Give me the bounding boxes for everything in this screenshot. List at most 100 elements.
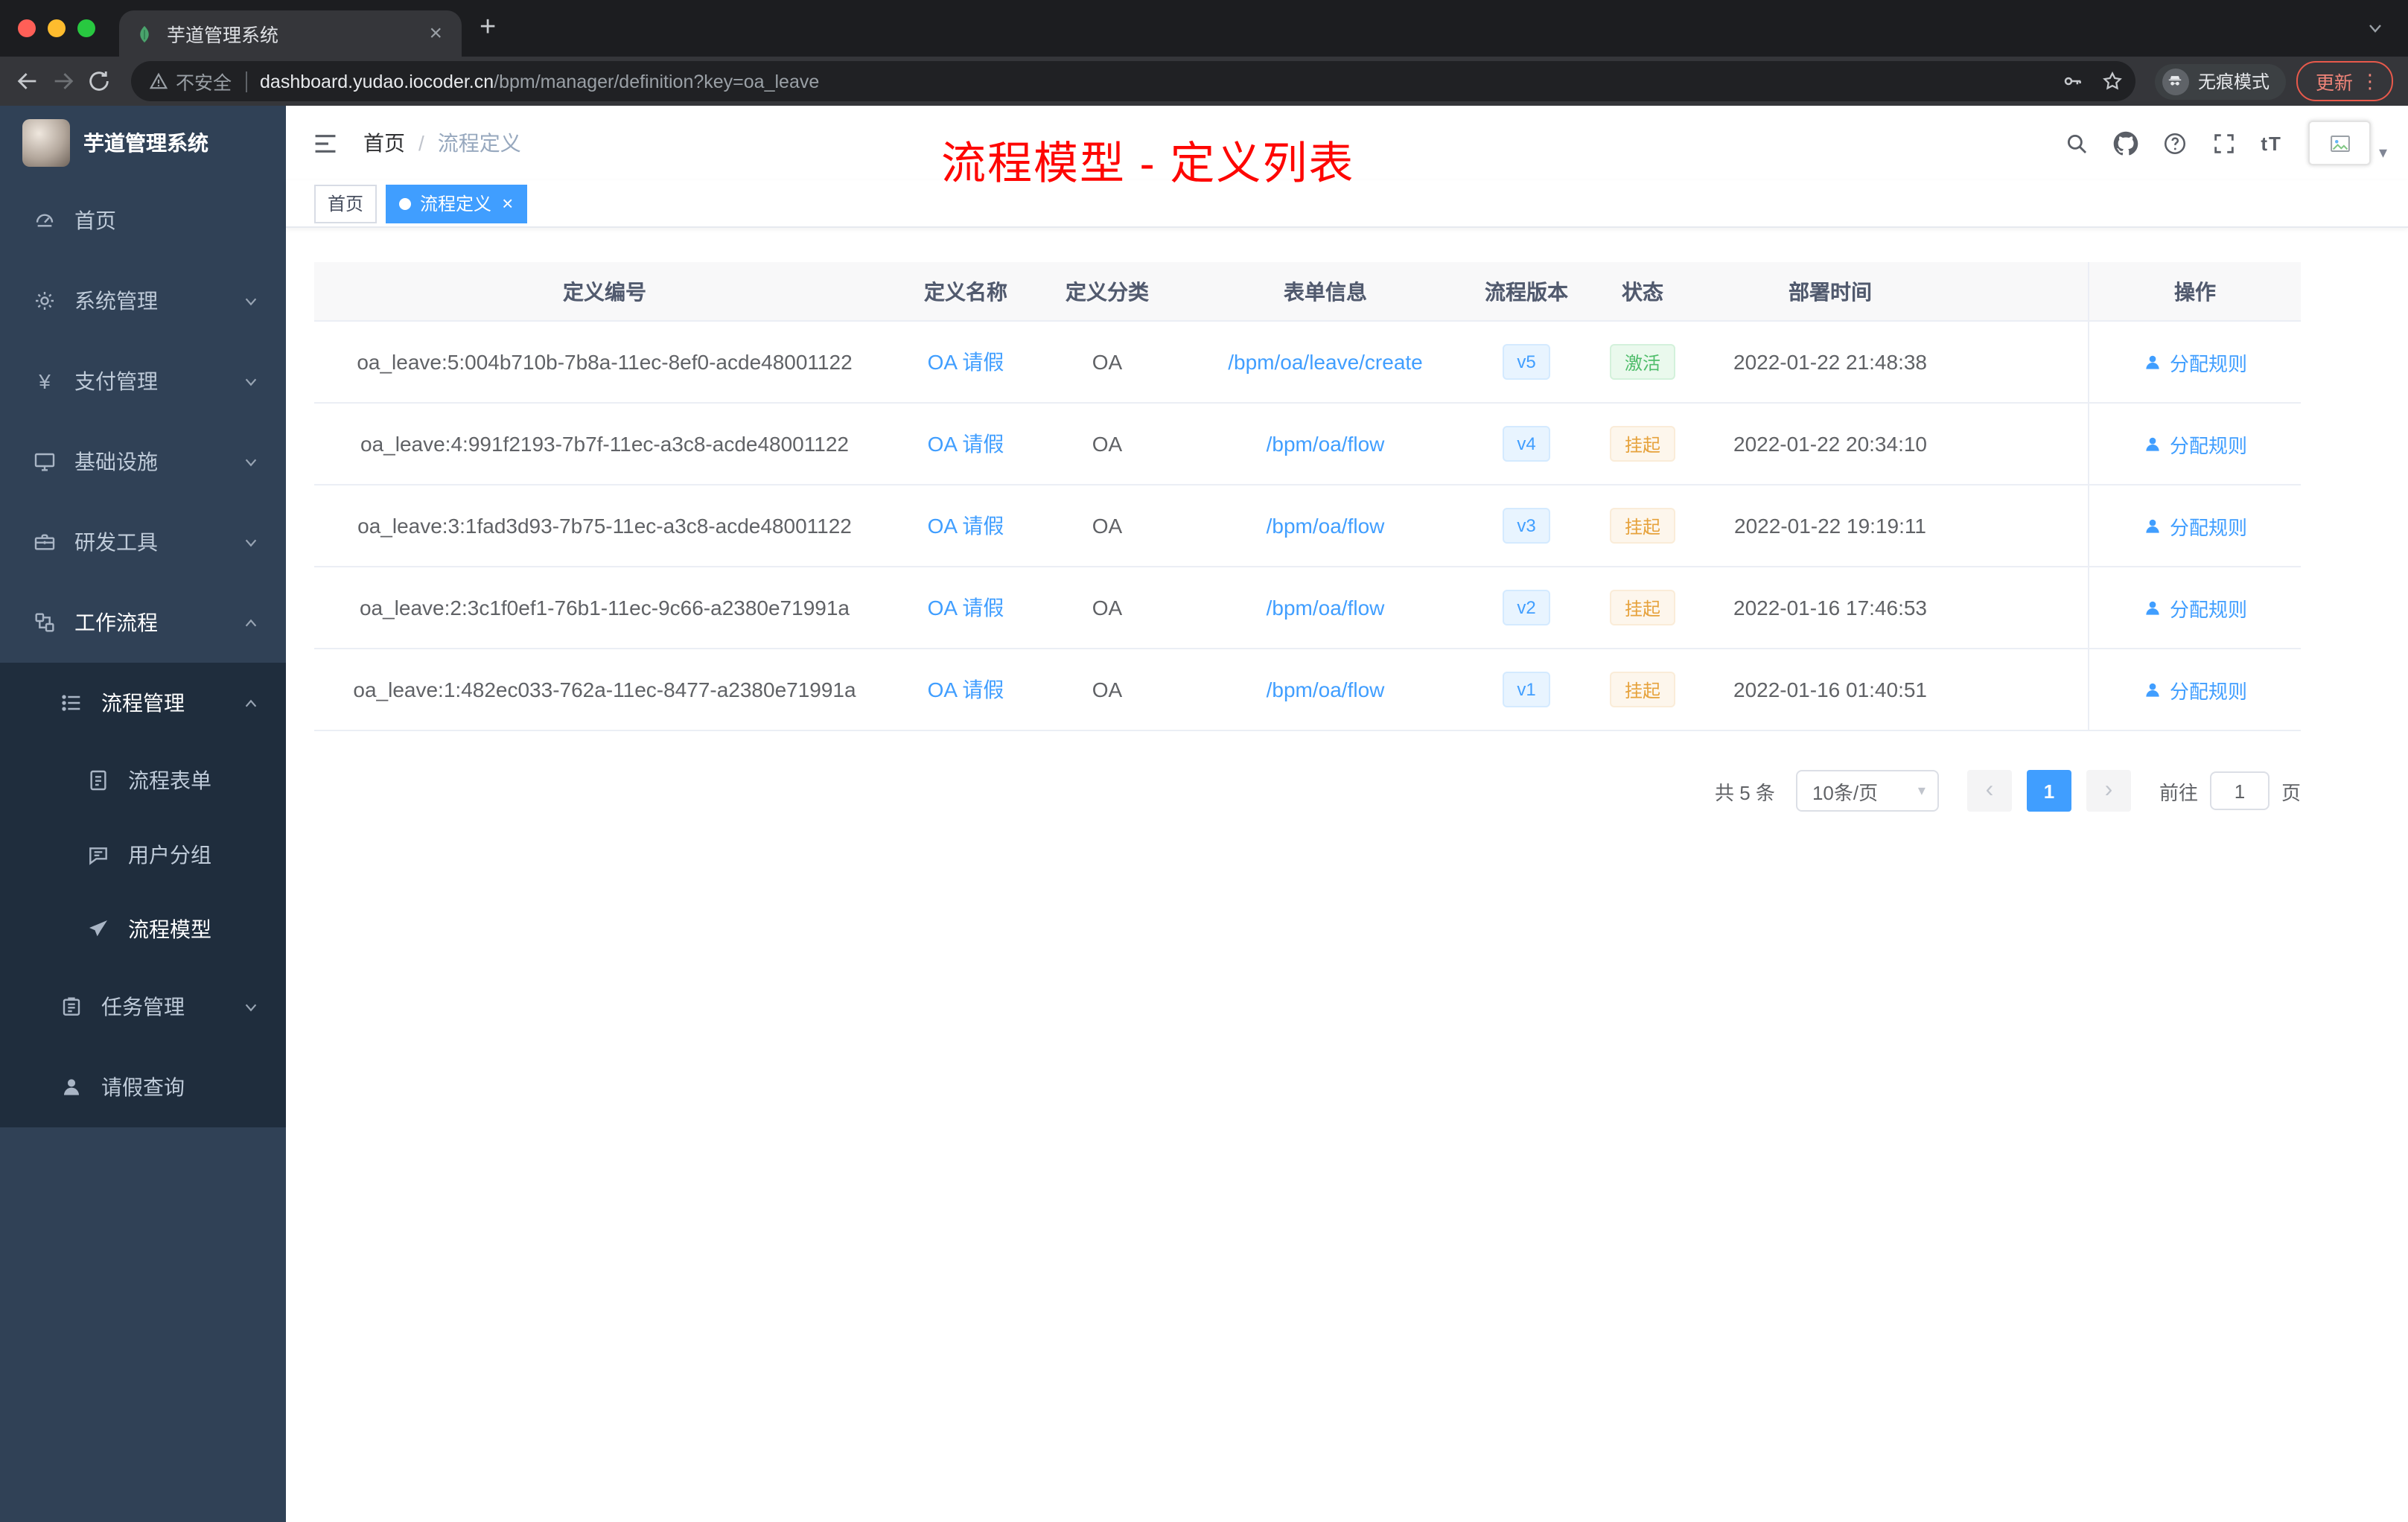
tag-close-icon[interactable]: × — [502, 192, 513, 214]
cell-form: /bpm/oa/leave/create — [1178, 322, 1473, 402]
deploy-time: 2022-01-22 20:34:10 — [1733, 432, 1927, 456]
sidebar-item-process-mgmt[interactable]: 流程管理 — [0, 663, 286, 743]
assign-rule-button[interactable]: 分配规则 — [2143, 348, 2247, 376]
sidebar-item-workflow[interactable]: 工作流程 — [0, 582, 286, 663]
status-badge: 挂起 — [1609, 590, 1675, 625]
table-row: oa_leave:5:004b710b-7b8a-11ec-8ef0-acde4… — [314, 322, 2301, 404]
form-info-link[interactable]: /bpm/oa/flow — [1267, 514, 1385, 538]
app-logo[interactable]: 芋道管理系统 — [0, 106, 286, 180]
deploy-time: 2022-01-16 17:46:53 — [1733, 596, 1927, 620]
status-badge: 挂起 — [1609, 426, 1675, 462]
current-page-button[interactable]: 1 — [2026, 770, 2071, 812]
chevron-down-icon — [243, 293, 259, 309]
page-content: 定义编号 定义名称 定义分类 表单信息 流程版本 状态 部署时间 操作 oa_l… — [286, 228, 2408, 812]
bookmark-star-icon[interactable] — [2101, 70, 2124, 92]
search-icon[interactable] — [2064, 130, 2089, 156]
browser-tab-strip: 芋道管理系统 × + — [0, 0, 2408, 57]
sidebar-item-process-model[interactable]: 流程模型 — [0, 892, 286, 967]
form-info-link[interactable]: /bpm/oa/leave/create — [1228, 350, 1423, 374]
address-bar[interactable]: 不安全 dashboard.yudao.iocoder.cn /bpm/mana… — [131, 61, 2135, 101]
sidebar-item-user-group[interactable]: 用户分组 — [0, 818, 286, 892]
form-info-link[interactable]: /bpm/oa/flow — [1267, 678, 1385, 701]
back-button[interactable] — [15, 69, 40, 94]
minimize-window-button[interactable] — [48, 19, 66, 37]
tab-close-icon[interactable]: × — [424, 21, 447, 46]
cell-operation: 分配规则 — [2088, 649, 2301, 730]
form-info-link[interactable]: /bpm/oa/flow — [1267, 432, 1385, 456]
sidebar-item-task-mgmt[interactable]: 任务管理 — [0, 967, 286, 1047]
sidebar-item-system-mgmt[interactable]: 系统管理 — [0, 261, 286, 341]
deploy-time: 2022-01-22 21:48:38 — [1733, 350, 1927, 374]
password-key-icon[interactable] — [2061, 70, 2083, 92]
chevron-down-icon — [243, 534, 259, 550]
assign-rule-button[interactable]: 分配规则 — [2143, 593, 2247, 622]
page-size-select[interactable]: 10条/页 ▾ — [1795, 770, 1939, 812]
forward-button[interactable] — [51, 69, 76, 94]
zoom-window-button[interactable] — [77, 19, 95, 37]
tag-process-definition[interactable]: 流程定义 × — [386, 184, 527, 223]
security-label[interactable]: 不安全 — [176, 67, 232, 95]
deploy-time: 2022-01-22 19:19:11 — [1734, 514, 1926, 538]
not-secure-warning-icon[interactable] — [149, 71, 168, 91]
new-tab-button[interactable]: + — [480, 12, 496, 45]
browser-menu-icon[interactable]: ⋮ — [2360, 69, 2380, 93]
avatar-caret-icon: ▾ — [2378, 144, 2387, 162]
reload-button[interactable] — [86, 69, 112, 94]
assign-rule-button[interactable]: 分配规则 — [2143, 675, 2247, 704]
omnibox-divider — [245, 71, 247, 92]
prev-page-button[interactable]: ‹ — [1966, 770, 2012, 812]
browser-tab[interactable]: 芋道管理系统 × — [119, 10, 462, 57]
definition-name-link[interactable]: OA 请假 — [928, 347, 1004, 377]
monitor-icon — [33, 450, 57, 474]
definition-name-link[interactable]: OA 请假 — [928, 429, 1004, 459]
cell-operation: 分配规则 — [2088, 322, 2301, 402]
col-status: 状态 — [1622, 279, 1663, 303]
sidebar-item-payment-mgmt[interactable]: ¥ 支付管理 — [0, 341, 286, 421]
deploy-time: 2022-01-16 01:40:51 — [1733, 678, 1927, 701]
definition-name-link[interactable]: OA 请假 — [928, 675, 1004, 704]
definition-name-link[interactable]: OA 请假 — [928, 593, 1004, 623]
version-badge: v2 — [1502, 590, 1551, 625]
sidebar-item-process-form[interactable]: 流程表单 — [0, 743, 286, 818]
close-window-button[interactable] — [18, 19, 36, 37]
goto-page-input[interactable] — [2209, 771, 2270, 810]
workflow-icon — [33, 611, 57, 634]
sidebar-item-leave-query[interactable]: 请假查询 — [0, 1047, 286, 1127]
assign-rule-button[interactable]: 分配规则 — [2143, 430, 2247, 458]
cell-name: OA 请假 — [895, 322, 1036, 402]
sidebar-item-dev-tools[interactable]: 研发工具 — [0, 502, 286, 582]
col-form-info: 表单信息 — [1284, 279, 1367, 303]
yen-icon: ¥ — [39, 369, 51, 393]
definition-name-link[interactable]: OA 请假 — [928, 511, 1004, 541]
update-button[interactable]: 更新 ⋮ — [2296, 61, 2393, 101]
cell-version: v4 — [1473, 404, 1580, 484]
user-icon — [60, 1075, 83, 1099]
form-info-link[interactable]: /bpm/oa/flow — [1267, 596, 1385, 620]
font-size-icon[interactable]: tT — [2261, 132, 2282, 154]
avatar[interactable] — [2308, 121, 2372, 165]
sidebar-item-home[interactable]: 首页 — [0, 180, 286, 261]
cell-form: /bpm/oa/flow — [1178, 567, 1473, 648]
github-icon[interactable] — [2113, 130, 2138, 156]
next-page-button[interactable]: › — [2086, 770, 2131, 812]
page-unit-label: 页 — [2281, 781, 2301, 803]
breadcrumb-home[interactable]: 首页 — [363, 128, 405, 158]
assign-rule-button[interactable]: 分配规则 — [2143, 512, 2247, 540]
incognito-badge: 无痕模式 — [2154, 63, 2286, 99]
tab-search-chevron-icon[interactable] — [2366, 19, 2384, 37]
main-area: 首页 / 流程定义 流程模型 - 定义列表 tT ▾ 首页 流程定义 × 定义编… — [286, 106, 2408, 1522]
user-icon — [2146, 600, 2159, 614]
tag-home[interactable]: 首页 — [314, 184, 378, 223]
sidebar-collapse-icon[interactable] — [311, 129, 340, 157]
screenshot-viewport: 芋道管理系统 × + 不安全 dashboard.yudao.iocoder.c… — [0, 0, 2408, 1522]
app-shell: 芋道管理系统 首页 系统管理 ¥ 支付管理 基础设施 研发工具 工作流程 流程管… — [0, 106, 2408, 1522]
col-definition-name: 定义名称 — [924, 279, 1007, 303]
sidebar-item-infrastructure[interactable]: 基础设施 — [0, 421, 286, 502]
cell-status: 挂起 — [1580, 404, 1705, 484]
help-icon[interactable] — [2162, 130, 2188, 156]
user-avatar-menu[interactable]: ▾ — [2308, 121, 2387, 165]
definition-category: OA — [1092, 678, 1123, 701]
sidebar: 芋道管理系统 首页 系统管理 ¥ 支付管理 基础设施 研发工具 工作流程 流程管… — [0, 106, 286, 1522]
fullscreen-icon[interactable] — [2211, 130, 2237, 156]
cell-filler — [1955, 404, 2088, 484]
